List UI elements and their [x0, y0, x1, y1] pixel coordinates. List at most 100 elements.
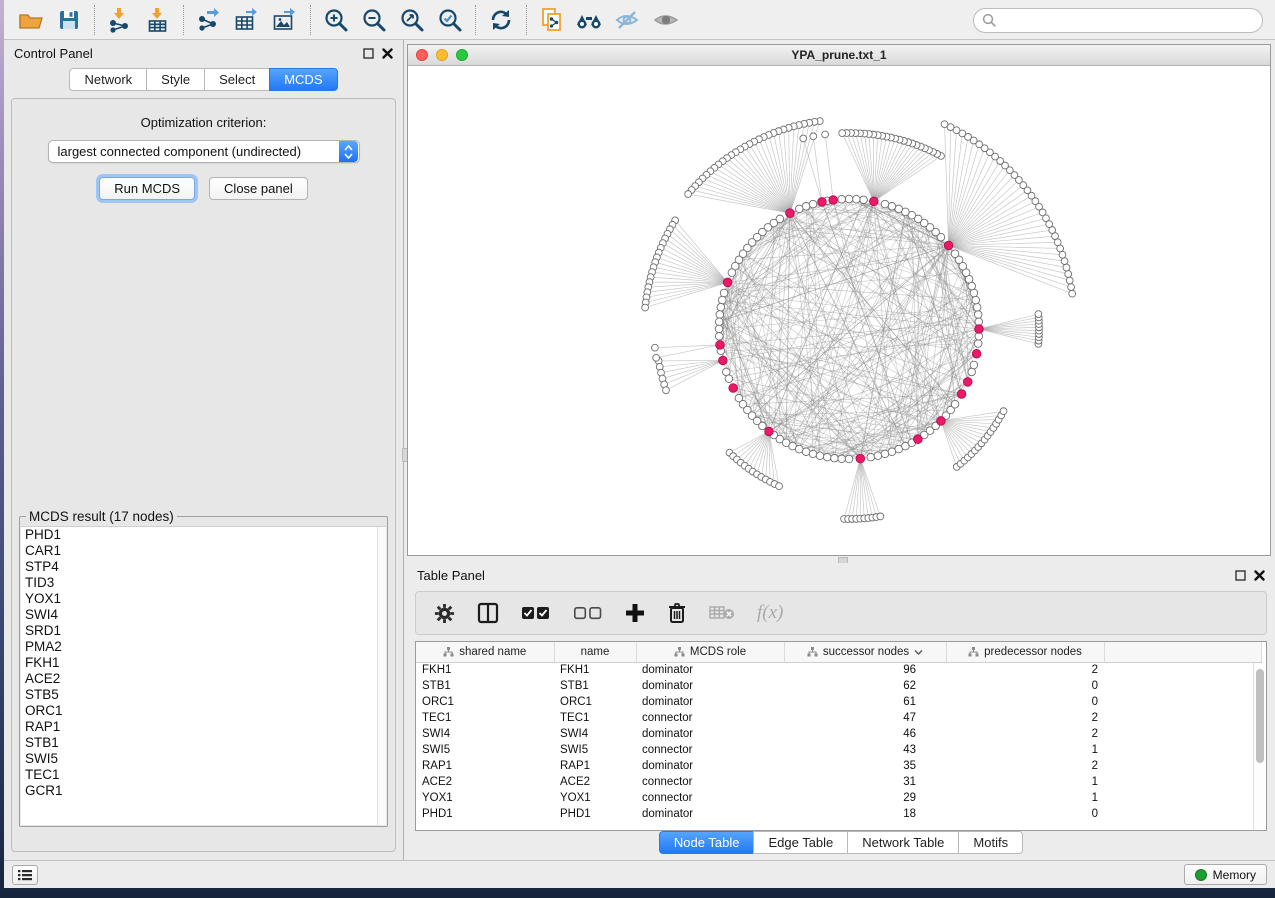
- table-row[interactable]: FKH1FKH1dominator962: [416, 662, 1262, 678]
- export-network-button[interactable]: [190, 4, 228, 36]
- list-item[interactable]: FKH1: [21, 655, 386, 671]
- network-leaf-node[interactable]: [877, 513, 884, 520]
- network-window-titlebar[interactable]: YPA_prune.txt_1: [408, 45, 1270, 66]
- network-mcds-node[interactable]: [944, 241, 953, 250]
- hide-selected-button[interactable]: [609, 4, 647, 36]
- network-node[interactable]: [715, 325, 723, 333]
- network-leaf-node[interactable]: [941, 121, 948, 128]
- gear-button[interactable]: [434, 603, 455, 624]
- network-node[interactable]: [816, 452, 824, 460]
- network-node[interactable]: [823, 453, 831, 461]
- network-leaf-node[interactable]: [685, 191, 692, 198]
- add-column-button[interactable]: [625, 603, 645, 623]
- column-header-MCDS-role[interactable]: MCDS role: [636, 642, 784, 662]
- list-item[interactable]: TID3: [21, 575, 386, 591]
- save-session-button[interactable]: [50, 4, 88, 36]
- import-table-button[interactable]: [139, 4, 177, 36]
- network-node[interactable]: [831, 454, 839, 462]
- table-row[interactable]: RAP1RAP1dominator352: [416, 758, 1262, 774]
- tab-network-table[interactable]: Network Table: [847, 831, 958, 854]
- network-leaf-node[interactable]: [822, 131, 829, 138]
- network-leaf-node[interactable]: [810, 133, 817, 140]
- network-node[interactable]: [888, 202, 896, 210]
- network-mcds-node[interactable]: [856, 454, 865, 463]
- network-mcds-node[interactable]: [957, 390, 966, 399]
- zoom-fit-button[interactable]: [393, 4, 431, 36]
- network-node[interactable]: [845, 455, 853, 463]
- duplicate-network-button[interactable]: [533, 4, 571, 36]
- network-node[interactable]: [972, 296, 980, 304]
- tab-network[interactable]: Network: [69, 68, 146, 91]
- tab-mcds[interactable]: MCDS: [269, 68, 337, 91]
- network-leaf-node[interactable]: [1065, 271, 1072, 278]
- result-list-scrollbar[interactable]: [377, 527, 386, 825]
- column-layout-button[interactable]: [477, 602, 499, 624]
- open-file-button[interactable]: [12, 4, 50, 36]
- network-leaf-node[interactable]: [1059, 251, 1066, 258]
- close-table-panel-icon[interactable]: [1254, 570, 1265, 581]
- network-node[interactable]: [838, 195, 846, 203]
- tab-edge-table[interactable]: Edge Table: [753, 831, 847, 854]
- network-leaf-node[interactable]: [1063, 264, 1070, 271]
- network-node[interactable]: [970, 289, 978, 297]
- refresh-layout-button[interactable]: [482, 4, 520, 36]
- network-node[interactable]: [802, 448, 810, 456]
- network-leaf-node[interactable]: [1069, 290, 1076, 297]
- list-item[interactable]: GCR1: [21, 783, 386, 799]
- list-item[interactable]: RAP1: [21, 719, 386, 735]
- memory-button[interactable]: Memory: [1184, 864, 1267, 885]
- list-item[interactable]: ORC1: [21, 703, 386, 719]
- network-node[interactable]: [759, 422, 767, 430]
- function-builder-button[interactable]: f(x): [757, 602, 783, 624]
- network-node[interactable]: [838, 455, 846, 463]
- network-mcds-node[interactable]: [963, 378, 972, 387]
- table-row[interactable]: SWI4SWI4dominator462: [416, 726, 1262, 742]
- tab-style[interactable]: Style: [146, 68, 204, 91]
- table-row[interactable]: STB1STB1dominator620: [416, 678, 1262, 694]
- list-item[interactable]: STB1: [21, 735, 386, 751]
- network-node[interactable]: [867, 453, 875, 461]
- network-node[interactable]: [852, 195, 860, 203]
- network-node[interactable]: [725, 375, 733, 383]
- network-leaf-node[interactable]: [1068, 284, 1075, 291]
- show-all-button[interactable]: [647, 4, 685, 36]
- network-node[interactable]: [951, 400, 959, 408]
- export-image-button[interactable]: [266, 4, 304, 36]
- network-mcds-node[interactable]: [818, 198, 827, 207]
- close-panel-icon[interactable]: [382, 48, 393, 59]
- column-header-predecessor-nodes[interactable]: predecessor nodes: [946, 642, 1104, 662]
- table-row[interactable]: PHD1PHD1dominator180: [416, 806, 1262, 822]
- network-leaf-node[interactable]: [839, 130, 846, 137]
- network-node[interactable]: [973, 303, 981, 311]
- list-item[interactable]: CAR1: [21, 543, 386, 559]
- list-item[interactable]: STB5: [21, 687, 386, 703]
- first-neighbors-button[interactable]: [571, 4, 609, 36]
- network-node[interactable]: [728, 269, 736, 277]
- float-table-panel-icon[interactable]: [1235, 570, 1246, 581]
- table-row[interactable]: SWI5SWI5connector431: [416, 742, 1262, 758]
- tab-motifs[interactable]: Motifs: [958, 831, 1023, 854]
- delete-column-button[interactable]: [667, 602, 687, 624]
- network-leaf-node[interactable]: [1061, 258, 1068, 265]
- network-mcds-node[interactable]: [719, 356, 728, 365]
- criterion-dropdown[interactable]: largest connected component (undirected): [48, 140, 360, 163]
- zoom-selected-button[interactable]: [431, 4, 469, 36]
- network-leaf-node[interactable]: [1035, 311, 1042, 318]
- table-scrollbar-thumb[interactable]: [1256, 669, 1264, 763]
- search-input[interactable]: [997, 14, 1262, 28]
- network-node[interactable]: [951, 250, 959, 258]
- zoom-in-button[interactable]: [317, 4, 355, 36]
- export-table-button[interactable]: [228, 4, 266, 36]
- table-row[interactable]: ACE2ACE2connector311: [416, 774, 1262, 790]
- network-leaf-node[interactable]: [800, 135, 807, 142]
- network-leaf-node[interactable]: [653, 354, 660, 361]
- table-row[interactable]: ORC1ORC1dominator610: [416, 694, 1262, 710]
- list-item[interactable]: STP4: [21, 559, 386, 575]
- hide-columns-button[interactable]: [573, 606, 603, 620]
- close-panel-button[interactable]: Close panel: [209, 177, 308, 200]
- network-mcds-node[interactable]: [914, 435, 923, 444]
- list-item[interactable]: SWI4: [21, 607, 386, 623]
- zoom-out-button[interactable]: [355, 4, 393, 36]
- network-node[interactable]: [974, 340, 982, 348]
- network-node[interactable]: [881, 200, 889, 208]
